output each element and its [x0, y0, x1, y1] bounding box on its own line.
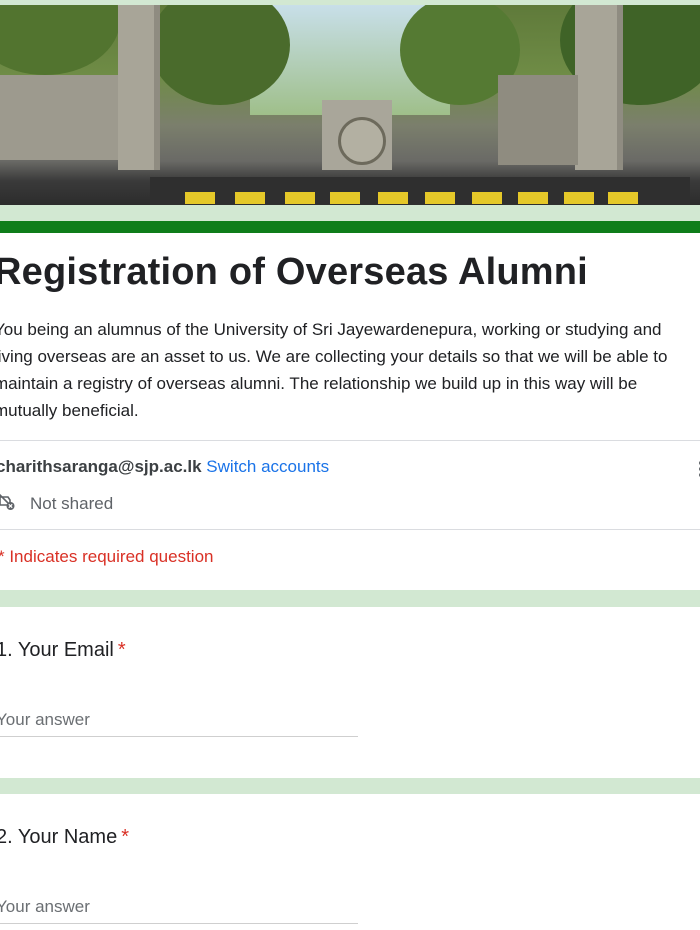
form-accent-bar [0, 221, 700, 233]
banner-crosswalk-stripe [330, 192, 360, 204]
form-description: You being an alumnus of the University o… [0, 320, 668, 420]
banner-crosswalk-stripe [235, 192, 265, 204]
name-answer-input[interactable] [0, 897, 358, 924]
more-icon[interactable] [696, 459, 700, 479]
header-banner-image [0, 5, 700, 205]
form-title: Registration of Overseas Alumni [0, 251, 588, 293]
question-title: 2. Your Name * [0, 826, 129, 849]
question-card-name: 2. Your Name * [0, 794, 700, 930]
question-label: 1. Your Email [0, 639, 114, 661]
required-asterisk: * [121, 826, 129, 848]
banner-crosswalk-stripe [425, 192, 455, 204]
shared-status-label: Not shared [30, 493, 114, 513]
form-header-card: Registration of Overseas Alumni You bein… [0, 233, 700, 590]
required-question-note: * Indicates required question [0, 547, 214, 566]
banner-university-seal [338, 117, 386, 165]
account-row: charithsaranga@sjp.ac.lk Switch accounts [0, 457, 329, 477]
banner-gate-wall [0, 75, 120, 160]
banner-crosswalk-stripe [518, 192, 548, 204]
question-title: 1. Your Email * [0, 639, 126, 662]
banner-crosswalk-stripe [564, 192, 594, 204]
banner-gate-pillar [575, 5, 623, 170]
banner-crosswalk-stripe [285, 192, 315, 204]
banner-gate-pillar [118, 5, 160, 170]
email-answer-input[interactable] [0, 710, 358, 737]
banner-crosswalk-stripe [472, 192, 502, 204]
banner-crosswalk-stripe [608, 192, 638, 204]
switch-accounts-link[interactable]: Switch accounts [206, 457, 329, 476]
account-email: charithsaranga@sjp.ac.lk [0, 457, 202, 476]
banner-crosswalk-stripe [378, 192, 408, 204]
shared-status-row: Not shared [0, 491, 113, 516]
banner-tree [0, 5, 120, 75]
question-label: 2. Your Name [0, 826, 118, 848]
divider [0, 440, 700, 441]
banner-crosswalk-stripe [185, 192, 215, 204]
divider [0, 529, 700, 530]
question-card-email: 1. Your Email * [0, 607, 700, 778]
banner-gate-wall [498, 75, 578, 165]
required-asterisk: * [117, 639, 126, 661]
cloud-off-icon [0, 491, 16, 516]
